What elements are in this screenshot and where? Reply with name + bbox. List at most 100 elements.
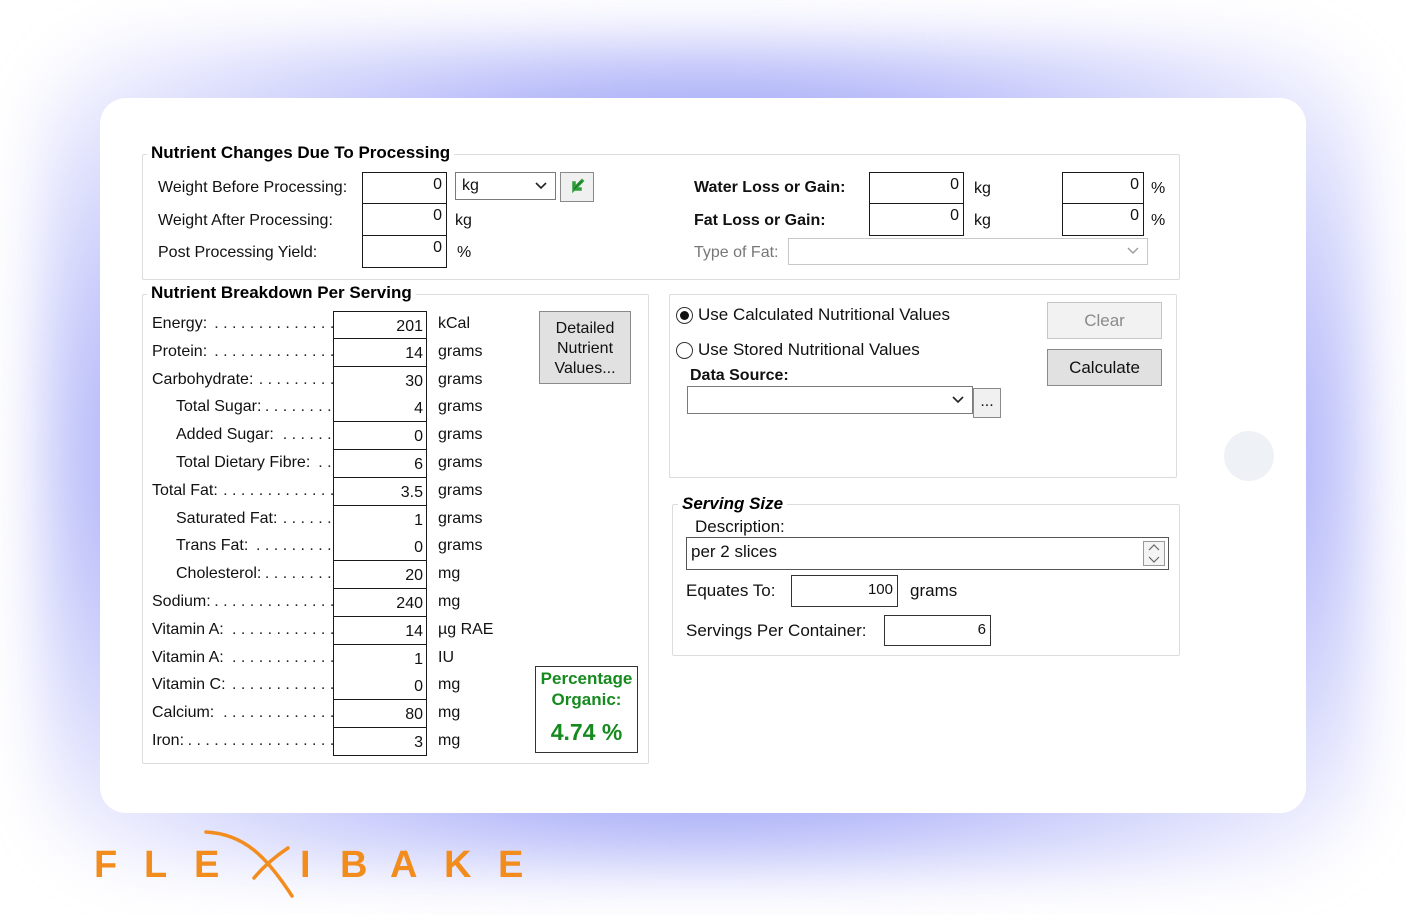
use-calculated-label[interactable]: Use Calculated Nutritional Values — [698, 305, 950, 325]
nutrient-row-label: Carbohydrate: — [152, 370, 334, 390]
nutrient-row-label: Trans Fat: — [176, 536, 334, 556]
nutrient-row-label-text: Sodium: — [152, 593, 215, 610]
use-calculated-radio[interactable] — [676, 307, 693, 324]
nutrient-row-label: Energy: — [152, 314, 334, 334]
description-input-value: per 2 slices — [691, 542, 777, 561]
description-spinner[interactable] — [1143, 541, 1165, 566]
detailed-nutrient-values-button[interactable]: Detailed Nutrient Values... — [539, 311, 631, 384]
nutrient-row-value[interactable]: 80 — [333, 700, 427, 728]
nutrient-row-value[interactable]: 6 — [333, 450, 427, 478]
percentage-organic-box: Percentage Organic: 4.74 % — [535, 666, 638, 753]
nutrient-row-value[interactable]: 3.5 — [333, 478, 427, 506]
nutrient-row-unit: grams — [438, 482, 483, 499]
nutrient-row-value[interactable]: 240 — [333, 589, 427, 617]
serving-size-title: Serving Size — [678, 494, 788, 514]
logo-letter: B — [340, 844, 368, 886]
nutrient-row-label: Cholesterol: — [176, 564, 334, 584]
nutrient-row-label-text: Calcium: — [152, 704, 219, 721]
chat-bubble[interactable] — [1224, 431, 1274, 481]
nutrient-row-unit: mg — [438, 732, 461, 749]
nutrient-row-unit: grams — [438, 426, 483, 443]
nutrient-row-label-text: Added Sugar: — [176, 426, 278, 443]
weight-after-unit: kg — [455, 212, 472, 229]
water-loss-label: Water Loss or Gain: — [694, 179, 846, 196]
spinner-down-icon — [1148, 556, 1160, 563]
breakdown-group-title: Nutrient Breakdown Per Serving — [147, 283, 416, 303]
nutrient-row-label-text: Saturated Fat: — [176, 510, 282, 527]
nutrient-row-label: Vitamin A: — [152, 620, 334, 640]
yield-label: Post Processing Yield: — [158, 244, 318, 261]
use-stored-label[interactable]: Use Stored Nutritional Values — [698, 340, 920, 360]
logo-letter: K — [444, 844, 472, 886]
equates-to-unit: grams — [910, 581, 958, 600]
nutrition-panel: Nutrient Changes Due To Processing Weigh… — [100, 98, 1306, 813]
chevron-down-icon — [535, 182, 547, 190]
nutrient-row-unit: IU — [438, 649, 454, 666]
nutrient-row-label: Total Dietary Fibre: — [176, 453, 334, 473]
fat-loss-percent-input[interactable]: 0 — [1062, 204, 1144, 236]
yield-input[interactable]: 0 — [362, 236, 447, 268]
nutrient-row-value[interactable]: 3 — [333, 728, 427, 756]
fat-type-select[interactable] — [788, 238, 1148, 265]
apply-weight-button[interactable] — [560, 172, 594, 202]
nutrient-row-label-text: Cholesterol: — [176, 565, 266, 582]
flexibake-logo: FLEIBAKE — [94, 826, 534, 898]
nutrient-row-value[interactable]: 0 — [333, 422, 427, 450]
nutrient-row-unit: grams — [438, 454, 483, 471]
data-source-select[interactable] — [687, 386, 973, 414]
nutrient-row-value[interactable]: 14 — [333, 617, 427, 645]
nutrient-row-unit: grams — [438, 510, 483, 527]
nutrient-row-unit: grams — [438, 343, 483, 360]
nutrient-row-value[interactable]: 0 — [333, 533, 427, 561]
description-label: Description: — [695, 517, 785, 536]
nutrient-row-unit: mg — [438, 565, 461, 582]
nutrient-row-value[interactable]: 201 — [333, 311, 427, 339]
nutrient-row-value[interactable]: 30 — [333, 367, 427, 395]
nutrient-row-label: Added Sugar: — [176, 425, 334, 445]
nutrient-row-label: Saturated Fat: — [176, 509, 334, 529]
nutrient-row-value[interactable]: 20 — [333, 561, 427, 589]
nutrient-row-label-text: Energy: — [152, 315, 212, 332]
description-input[interactable]: per 2 slices — [686, 537, 1169, 570]
logo-letter: A — [390, 844, 418, 886]
water-loss-input[interactable]: 0 — [869, 172, 964, 204]
nutrient-row-label: Protein: — [152, 342, 334, 362]
nutrient-row-label-text: Carbohydrate: — [152, 371, 258, 388]
nutrient-row-label-text: Trans Fat: — [176, 537, 253, 554]
nutrient-row-label: Total Fat: — [152, 481, 334, 501]
nutrient-row-value[interactable]: 4 — [333, 394, 427, 422]
data-source-browse-button[interactable]: ... — [973, 388, 1001, 418]
green-arrow-icon — [572, 178, 585, 194]
servings-per-container-label: Servings Per Container: — [686, 621, 867, 640]
nutrient-row-unit: mg — [438, 676, 461, 693]
calculate-button[interactable]: Calculate — [1047, 349, 1162, 386]
weight-unit-select-value: kg — [462, 177, 479, 194]
nutrient-row-unit: mg — [438, 593, 461, 610]
nutrient-row-label: Sodium: — [152, 592, 334, 612]
fat-loss-unit: kg — [974, 212, 991, 229]
logo-letter: L — [144, 844, 168, 886]
yield-unit: % — [457, 244, 472, 261]
logo-letter: F — [94, 844, 118, 886]
nutrient-row-value[interactable]: 1 — [333, 645, 427, 673]
nutrient-row-label-text: Total Fat: — [152, 482, 222, 499]
nutrient-row-value[interactable]: 0 — [333, 672, 427, 700]
weight-after-input[interactable]: 0 — [362, 204, 447, 236]
clear-button[interactable]: Clear — [1047, 302, 1162, 339]
equates-to-input[interactable]: 100 — [791, 575, 898, 607]
weight-before-input[interactable]: 0 — [362, 172, 447, 204]
fat-loss-input[interactable]: 0 — [869, 204, 964, 236]
water-loss-percent-unit: % — [1151, 180, 1166, 197]
logo-letter: E — [498, 844, 524, 886]
nutrient-row-value[interactable]: 1 — [333, 506, 427, 534]
nutrient-row-value[interactable]: 14 — [333, 339, 427, 367]
weight-unit-select[interactable]: kg — [455, 172, 556, 200]
water-loss-percent-input[interactable]: 0 — [1062, 172, 1144, 204]
servings-per-container-input[interactable]: 6 — [884, 615, 991, 646]
use-stored-radio[interactable] — [676, 342, 693, 359]
fat-type-label: Type of Fat: — [694, 244, 779, 261]
nutrient-row-label-text: Vitamin A: — [152, 649, 228, 666]
nutrient-row-label-text: Vitamin C: — [152, 676, 230, 693]
nutrient-row-label-text: Protein: — [152, 343, 212, 360]
nutrient-row-unit: grams — [438, 371, 483, 388]
